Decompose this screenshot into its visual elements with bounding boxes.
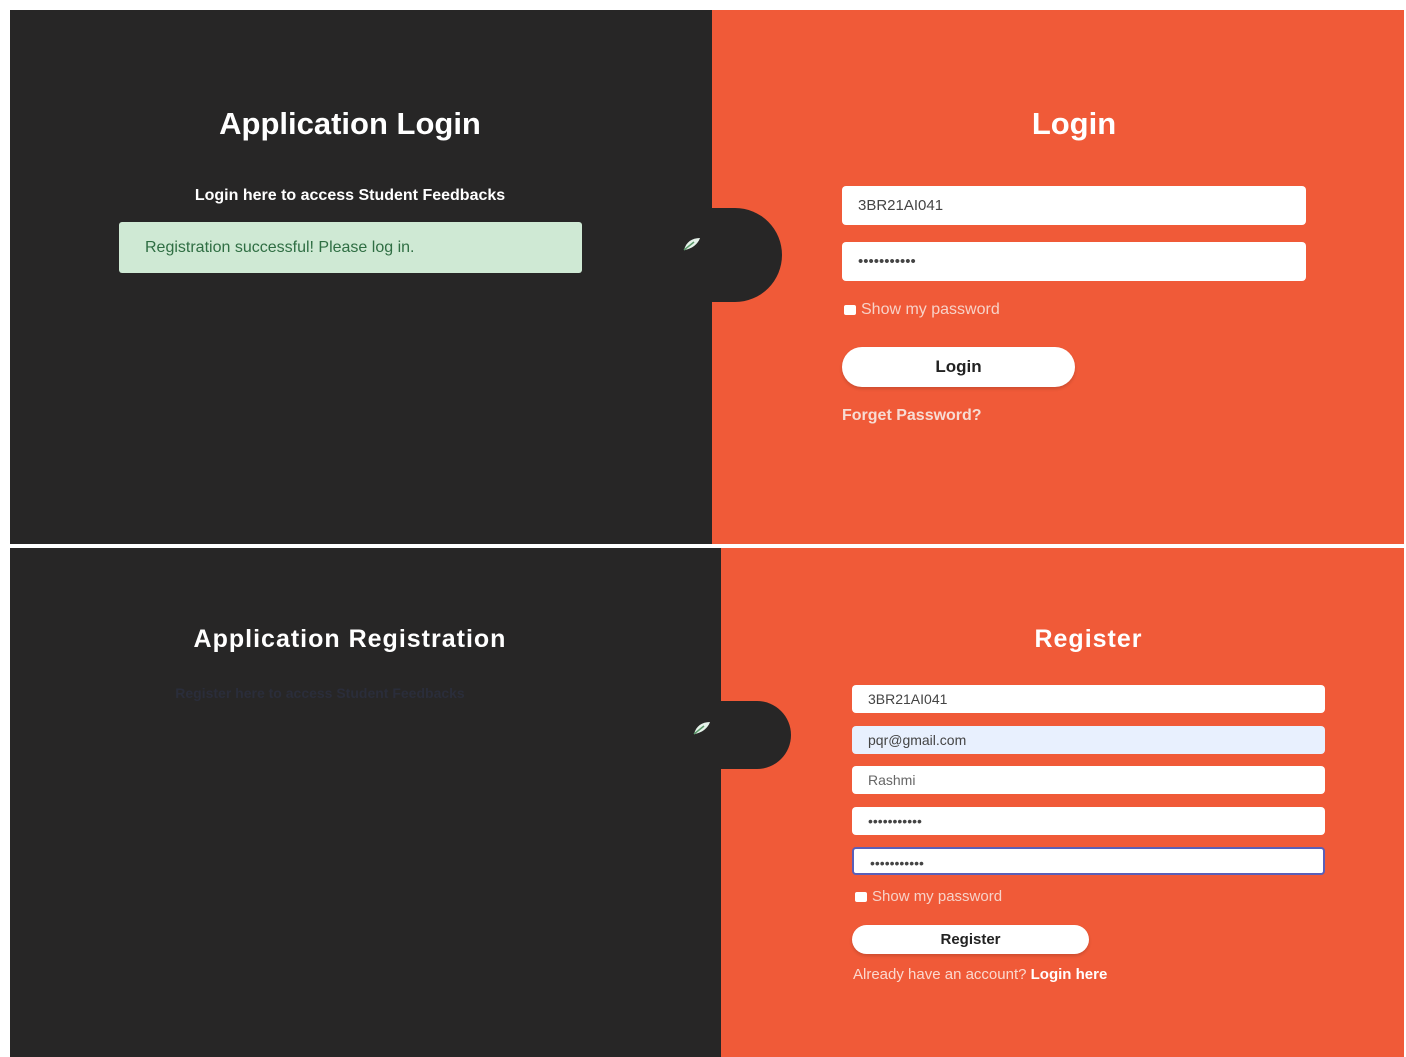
show-password-label: Show my password bbox=[861, 301, 1000, 318]
page-title: Application Login bbox=[219, 106, 481, 141]
leaf-icon bbox=[693, 722, 710, 735]
show-password-checkbox[interactable] bbox=[844, 304, 856, 315]
login-button[interactable]: Login bbox=[842, 347, 1075, 387]
already-account-label: Already have an account? bbox=[853, 966, 1027, 983]
login-here-link[interactable]: Login here bbox=[1031, 966, 1108, 983]
forget-password-link[interactable]: Forget Password? bbox=[842, 407, 982, 425]
show-password-toggle[interactable]: Show my password bbox=[844, 301, 1000, 319]
register-button[interactable]: Register bbox=[852, 925, 1089, 954]
form-title: Register bbox=[1034, 625, 1143, 653]
success-alert: Registration successful! Please log in. bbox=[119, 222, 582, 273]
password-input[interactable]: ••••••••••• bbox=[852, 807, 1325, 835]
page-subtitle: Login here to access Student Feedbacks bbox=[194, 187, 506, 204]
email-input[interactable]: pqr@gmail.com bbox=[852, 726, 1325, 754]
page-subtitle: Register here to access Student Feedback… bbox=[175, 685, 465, 701]
show-password-toggle[interactable]: Show my password bbox=[855, 888, 1002, 905]
usn-input[interactable]: 3BR21AI041 bbox=[852, 685, 1325, 713]
show-password-checkbox[interactable] bbox=[855, 892, 867, 903]
already-account-text: Already have an account? Login here bbox=[853, 966, 1107, 983]
show-password-label: Show my password bbox=[872, 888, 1003, 905]
left-panel bbox=[10, 10, 712, 544]
register-screen: Application Registration Register here t… bbox=[10, 548, 1404, 1057]
confirm-password-input[interactable]: ••••••••••• bbox=[852, 847, 1325, 875]
usn-input[interactable]: 3BR21AI041 bbox=[842, 186, 1306, 225]
leaf-icon bbox=[683, 238, 700, 251]
password-input[interactable]: ••••••••••• bbox=[842, 242, 1306, 281]
panel-notch bbox=[721, 701, 791, 769]
form-title: Login bbox=[1031, 106, 1117, 141]
name-input[interactable]: Rashmi bbox=[852, 766, 1325, 794]
login-screen: Application Login Login here to access S… bbox=[10, 10, 1404, 544]
page-title: Application Registration bbox=[193, 625, 507, 653]
